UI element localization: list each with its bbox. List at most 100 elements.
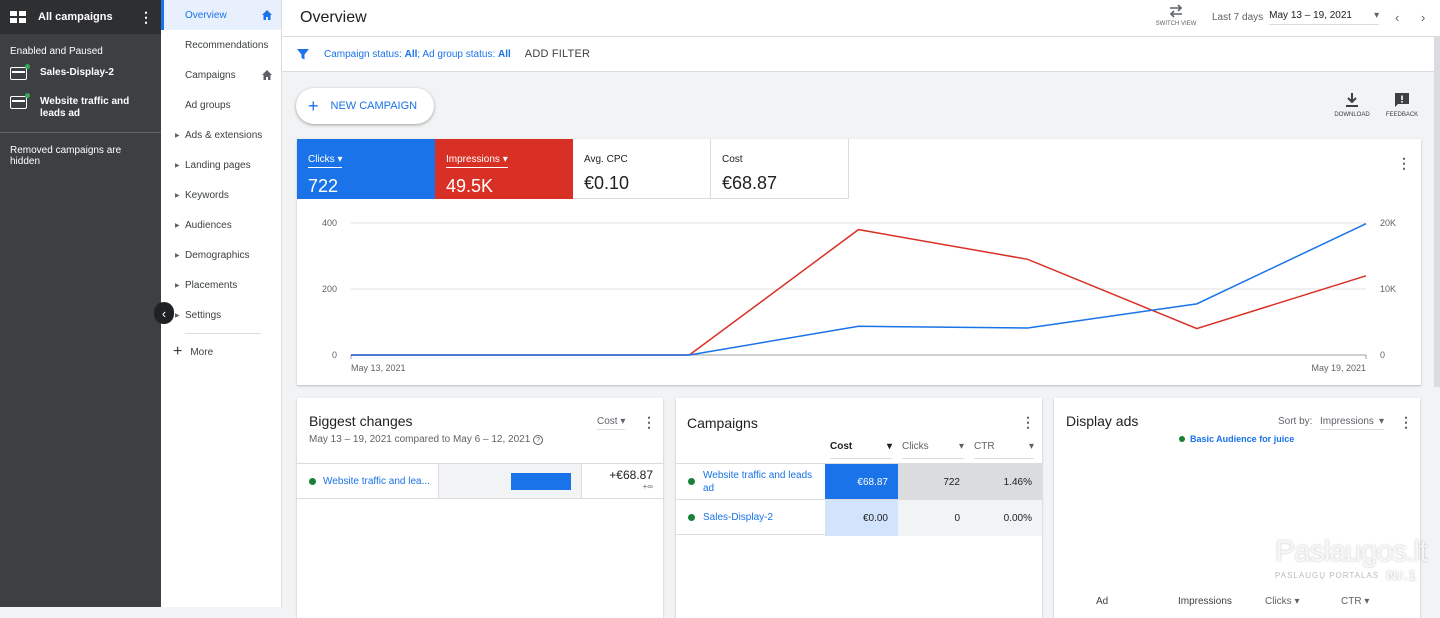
more-vert-icon[interactable]: ⋮: [1397, 156, 1411, 170]
status-dot: [688, 514, 695, 521]
switch-view-button[interactable]: SWITCH VIEW: [1152, 4, 1200, 27]
metric-value: €68.87: [722, 173, 778, 193]
audience-label[interactable]: Basic Audience for juice: [1179, 434, 1294, 444]
nav-label: Recommendations: [185, 39, 269, 51]
change-amount: +€68.87: [609, 468, 653, 482]
nav-item-placements[interactable]: ▶ Placements: [161, 270, 281, 300]
active-filter[interactable]: Campaign status: All; Ad group status: A…: [324, 49, 511, 60]
metric-selector[interactable]: Impressions ▾: [446, 154, 508, 168]
nav-item-keywords[interactable]: ▶ Keywords: [161, 180, 281, 210]
download-icon: [1346, 93, 1358, 107]
feedback-button[interactable]: FEEDBACK: [1381, 92, 1423, 118]
metric-select[interactable]: Cost ▾: [597, 416, 626, 430]
campaign-name: Website traffic and leads ad: [40, 96, 130, 119]
dropdown-arrow-icon: ▾: [958, 441, 964, 452]
nav-item-landing-pages[interactable]: ▶ Landing pages: [161, 150, 281, 180]
metric-label: Clicks: [308, 154, 335, 165]
nav-item-audiences[interactable]: ▶ Audiences: [161, 210, 281, 240]
nav-label: Placements: [185, 279, 238, 291]
column-header-clicks[interactable]: Clicks ▾: [1265, 596, 1299, 607]
column-label: CTR: [974, 441, 995, 452]
nav-item-campaigns[interactable]: Campaigns: [161, 60, 281, 90]
column-header-clicks[interactable]: Clicks ▾: [902, 441, 964, 459]
nav-label: Campaigns: [185, 69, 236, 81]
scrollbar[interactable]: [1434, 37, 1440, 387]
dropdown-arrow-icon: ▾: [502, 154, 508, 165]
metric-cost[interactable]: Cost €68.87: [711, 139, 849, 199]
more-vert-icon[interactable]: ⋮: [139, 10, 153, 24]
removed-note: Removed campaigns are hidden: [10, 145, 122, 167]
download-button[interactable]: DOWNLOAD: [1331, 92, 1373, 118]
column-header-ctr[interactable]: CTR ▾: [974, 441, 1034, 459]
metric-selector[interactable]: Clicks ▾: [308, 154, 343, 168]
nav-label: More: [190, 346, 214, 358]
collapse-panel-button[interactable]: ‹: [154, 302, 174, 324]
date-range-select[interactable]: May 13 – 19, 2021 ▾: [1269, 10, 1380, 25]
select-value: Impressions: [1320, 416, 1374, 427]
nav-item-ads-extensions[interactable]: ▶ Ads & extensions: [161, 120, 281, 150]
clicks-cell: 722: [898, 464, 970, 500]
y-left-tick-label: 400: [322, 218, 337, 228]
feedback-label: FEEDBACK: [1385, 112, 1419, 118]
campaign-link[interactable]: Sales-Display-2: [703, 512, 773, 523]
chevron-left-icon: ‹: [161, 305, 167, 321]
new-campaign-button[interactable]: + NEW CAMPAIGN: [296, 88, 434, 124]
campaign-item[interactable]: Sales-Display-2: [0, 63, 161, 84]
metric-avg-cpc[interactable]: Avg. CPC €0.10: [573, 139, 711, 199]
more-vert-icon[interactable]: ⋮: [642, 415, 656, 429]
filter-label: ; Ad group status:: [417, 48, 496, 60]
nav-more-button[interactable]: + More: [161, 337, 281, 367]
page-title: Overview: [300, 9, 367, 26]
change-row[interactable]: Website traffic and lea... +€68.87 +∞: [297, 463, 663, 499]
nav-item-settings[interactable]: ▶ Settings: [161, 300, 281, 330]
campaign-name: Sales-Display-2: [40, 67, 114, 78]
filter-icon[interactable]: [296, 47, 310, 61]
column-header-cost[interactable]: Cost ▾: [830, 441, 892, 459]
watermark-name: Paslaugos.lt: [1275, 535, 1427, 568]
nav-label: Keywords: [185, 189, 229, 201]
display-campaign-icon: [10, 93, 30, 109]
sort-select[interactable]: Impressions ▾: [1320, 416, 1384, 430]
add-filter-button[interactable]: ADD FILTER: [525, 48, 590, 60]
next-period-button[interactable]: ›: [1415, 10, 1431, 25]
metric-value: €0.10: [584, 173, 630, 193]
all-campaigns-title: All campaigns: [38, 11, 113, 23]
plus-icon: +: [308, 96, 319, 116]
dropdown-arrow-icon: ▾: [620, 416, 626, 427]
column-header-ctr[interactable]: CTR ▾: [1341, 596, 1369, 607]
nav-item-overview[interactable]: Overview: [161, 0, 281, 30]
watermark-tagline: PASLAUGŲ PORTALAS: [1275, 570, 1380, 580]
sort-label: Sort by:: [1278, 416, 1313, 427]
all-campaigns-header[interactable]: All campaigns ⋮: [0, 0, 161, 34]
metric-impressions[interactable]: Impressions ▾ 49.5K: [435, 139, 573, 199]
table-row[interactable]: Website traffic and leads ad €68.87 722 …: [676, 463, 1042, 500]
nav-label: Ad groups: [185, 99, 231, 111]
more-vert-icon[interactable]: ⋮: [1399, 415, 1413, 429]
audience-link[interactable]: Basic Audience for juice: [1190, 434, 1294, 444]
previous-period-button[interactable]: ‹: [1389, 10, 1405, 25]
filter-value: All: [498, 48, 511, 60]
campaign-link[interactable]: Website traffic and leads ad: [703, 469, 821, 495]
new-campaign-label: NEW CAMPAIGN: [330, 100, 418, 112]
campaign-link[interactable]: Website traffic and lea...: [323, 476, 445, 487]
change-bar: [511, 473, 571, 490]
campaign-item[interactable]: Website traffic and leads ad: [0, 92, 161, 124]
more-vert-icon[interactable]: ⋮: [1021, 415, 1035, 429]
status-dot: [309, 477, 316, 485]
ctr-cell: 0.00%: [970, 500, 1042, 536]
filter-label: Campaign status:: [324, 48, 402, 60]
date-range-picker[interactable]: Last 7 days May 13 – 19, 2021 ▾ ‹ ›: [1212, 10, 1431, 25]
column-label: Cost: [830, 441, 853, 452]
nav-item-demographics[interactable]: ▶ Demographics: [161, 240, 281, 270]
nav-item-recommendations[interactable]: Recommendations: [161, 30, 281, 60]
metric-clicks[interactable]: Clicks ▾ 722: [297, 139, 435, 199]
expand-arrow-icon: ▶: [175, 222, 180, 229]
column-header-impressions[interactable]: Impressions: [1178, 596, 1232, 607]
status-dot: [688, 478, 695, 485]
metric-label: Cost: [722, 154, 743, 165]
nav-item-ad-groups[interactable]: Ad groups: [161, 90, 281, 120]
nav-label: Ads & extensions: [185, 129, 263, 141]
help-icon[interactable]: ?: [533, 435, 544, 445]
table-row[interactable]: Sales-Display-2 €0.00 0 0.00%: [676, 499, 1042, 536]
filter-value: All: [404, 48, 418, 60]
